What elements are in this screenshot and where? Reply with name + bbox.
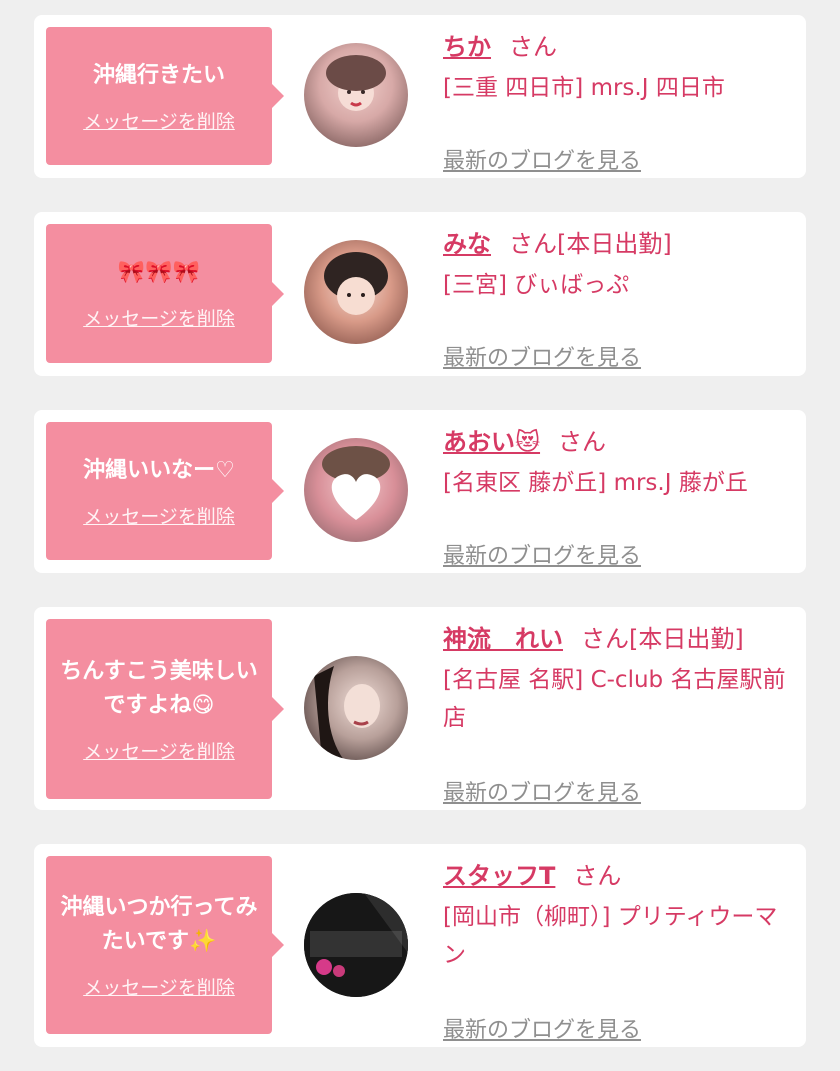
avatar[interactable] [304, 656, 408, 760]
name-line: ちか さん [443, 29, 798, 65]
message-text: ちんすこう美味しいですよね😋 [60, 658, 258, 718]
blog-link[interactable]: 最新のブログを見る [443, 143, 641, 175]
girl-info: スタッフT さん [岡山市（柳町）] プリティウーマン 最新のブログを見る [443, 858, 798, 1043]
girl-info: あおい😻 さん [名東区 藤が丘] mrs.J 藤が丘 最新のブログを見る [443, 424, 798, 569]
message-text: 沖縄行きたい [92, 62, 225, 88]
girl-info: みな さん[本日出勤] [三宮] びぃばっぷ 最新のブログを見る [443, 226, 798, 371]
honorific: さん [573, 862, 622, 890]
shop-label: [名古屋 名駅] C-club 名古屋駅前店 [443, 667, 786, 731]
name-line: 神流 れい さん[本日出勤] [443, 621, 798, 657]
delete-message-link[interactable]: メッセージを削除 [83, 737, 235, 764]
delete-message-link[interactable]: メッセージを削除 [83, 973, 235, 1000]
message-card: 🎀🎀🎀 メッセージを削除 みな さん[本日出勤] [三宮] びぃばっぷ 最新のブロ… [34, 212, 806, 376]
avatar[interactable] [304, 438, 408, 542]
blog-link[interactable]: 最新のブログを見る [443, 775, 641, 807]
girl-name-link[interactable]: あおい😻 [443, 428, 540, 456]
blog-link[interactable]: 最新のブログを見る [443, 340, 641, 372]
blog-link[interactable]: 最新のブログを見る [443, 1012, 641, 1044]
girl-info: 神流 れい さん[本日出勤] [名古屋 名駅] C-club 名古屋駅前店 最新の… [443, 621, 798, 806]
message-text: 沖縄いいなー♡ [83, 457, 235, 483]
name-line: あおい😻 さん [443, 424, 798, 460]
shop-label: [三重 四日市] mrs.J 四日市 [443, 75, 725, 101]
delete-message-link[interactable]: メッセージを削除 [83, 304, 235, 331]
girl-name-link[interactable]: 神流 れい [443, 625, 563, 653]
honorific: さん [509, 33, 557, 61]
message-card: 沖縄いいなー♡ メッセージを削除 あおい😻 さん [名東区 藤が丘] mrs.J … [34, 410, 806, 573]
message-bubble: 沖縄行きたい メッセージを削除 [46, 27, 284, 165]
message-bubble: 沖縄いつか行ってみたいです✨ メッセージを削除 [46, 856, 284, 1034]
message-card: ちんすこう美味しいですよね😋 メッセージを削除 神流 れい さん[本日出勤] [名… [34, 607, 806, 810]
girl-info: ちか さん [三重 四日市] mrs.J 四日市 最新のブログを見る [443, 29, 798, 174]
honorific: さん [509, 230, 557, 258]
girl-name-link[interactable]: スタッフT [443, 862, 555, 890]
avatar[interactable] [304, 43, 408, 147]
name-line: スタッフT さん [443, 858, 798, 894]
message-text: 沖縄いつか行ってみたいです✨ [60, 894, 258, 954]
shop-label: [三宮] びぃばっぷ [443, 272, 630, 298]
message-card: 沖縄いつか行ってみたいです✨ メッセージを削除 スタッフT さん [岡山市（柳町）… [34, 844, 806, 1047]
message-bubble: ちんすこう美味しいですよね😋 メッセージを削除 [46, 619, 284, 799]
message-text: 🎀🎀🎀 [117, 260, 201, 285]
message-bubble: 沖縄いいなー♡ メッセージを削除 [46, 422, 284, 560]
avatar[interactable] [304, 240, 408, 344]
honorific: さん [581, 625, 629, 653]
status-label: [本日出勤] [557, 230, 672, 258]
girl-name-link[interactable]: みな [443, 230, 491, 258]
message-bubble: 🎀🎀🎀 メッセージを削除 [46, 224, 284, 363]
shop-label: [岡山市（柳町）] プリティウーマン [443, 904, 778, 968]
avatar[interactable] [304, 893, 408, 997]
shop-label: [名東区 藤が丘] mrs.J 藤が丘 [443, 470, 748, 496]
delete-message-link[interactable]: メッセージを削除 [83, 107, 235, 134]
message-card: 沖縄行きたい メッセージを削除 ちか さん [三重 四日市] mrs.J 四日市 … [34, 15, 806, 178]
delete-message-link[interactable]: メッセージを削除 [83, 502, 235, 529]
name-line: みな さん[本日出勤] [443, 226, 798, 262]
honorific: さん [558, 428, 607, 456]
girl-name-link[interactable]: ちか [443, 33, 491, 61]
status-label: [本日出勤] [629, 625, 744, 653]
blog-link[interactable]: 最新のブログを見る [443, 538, 641, 570]
